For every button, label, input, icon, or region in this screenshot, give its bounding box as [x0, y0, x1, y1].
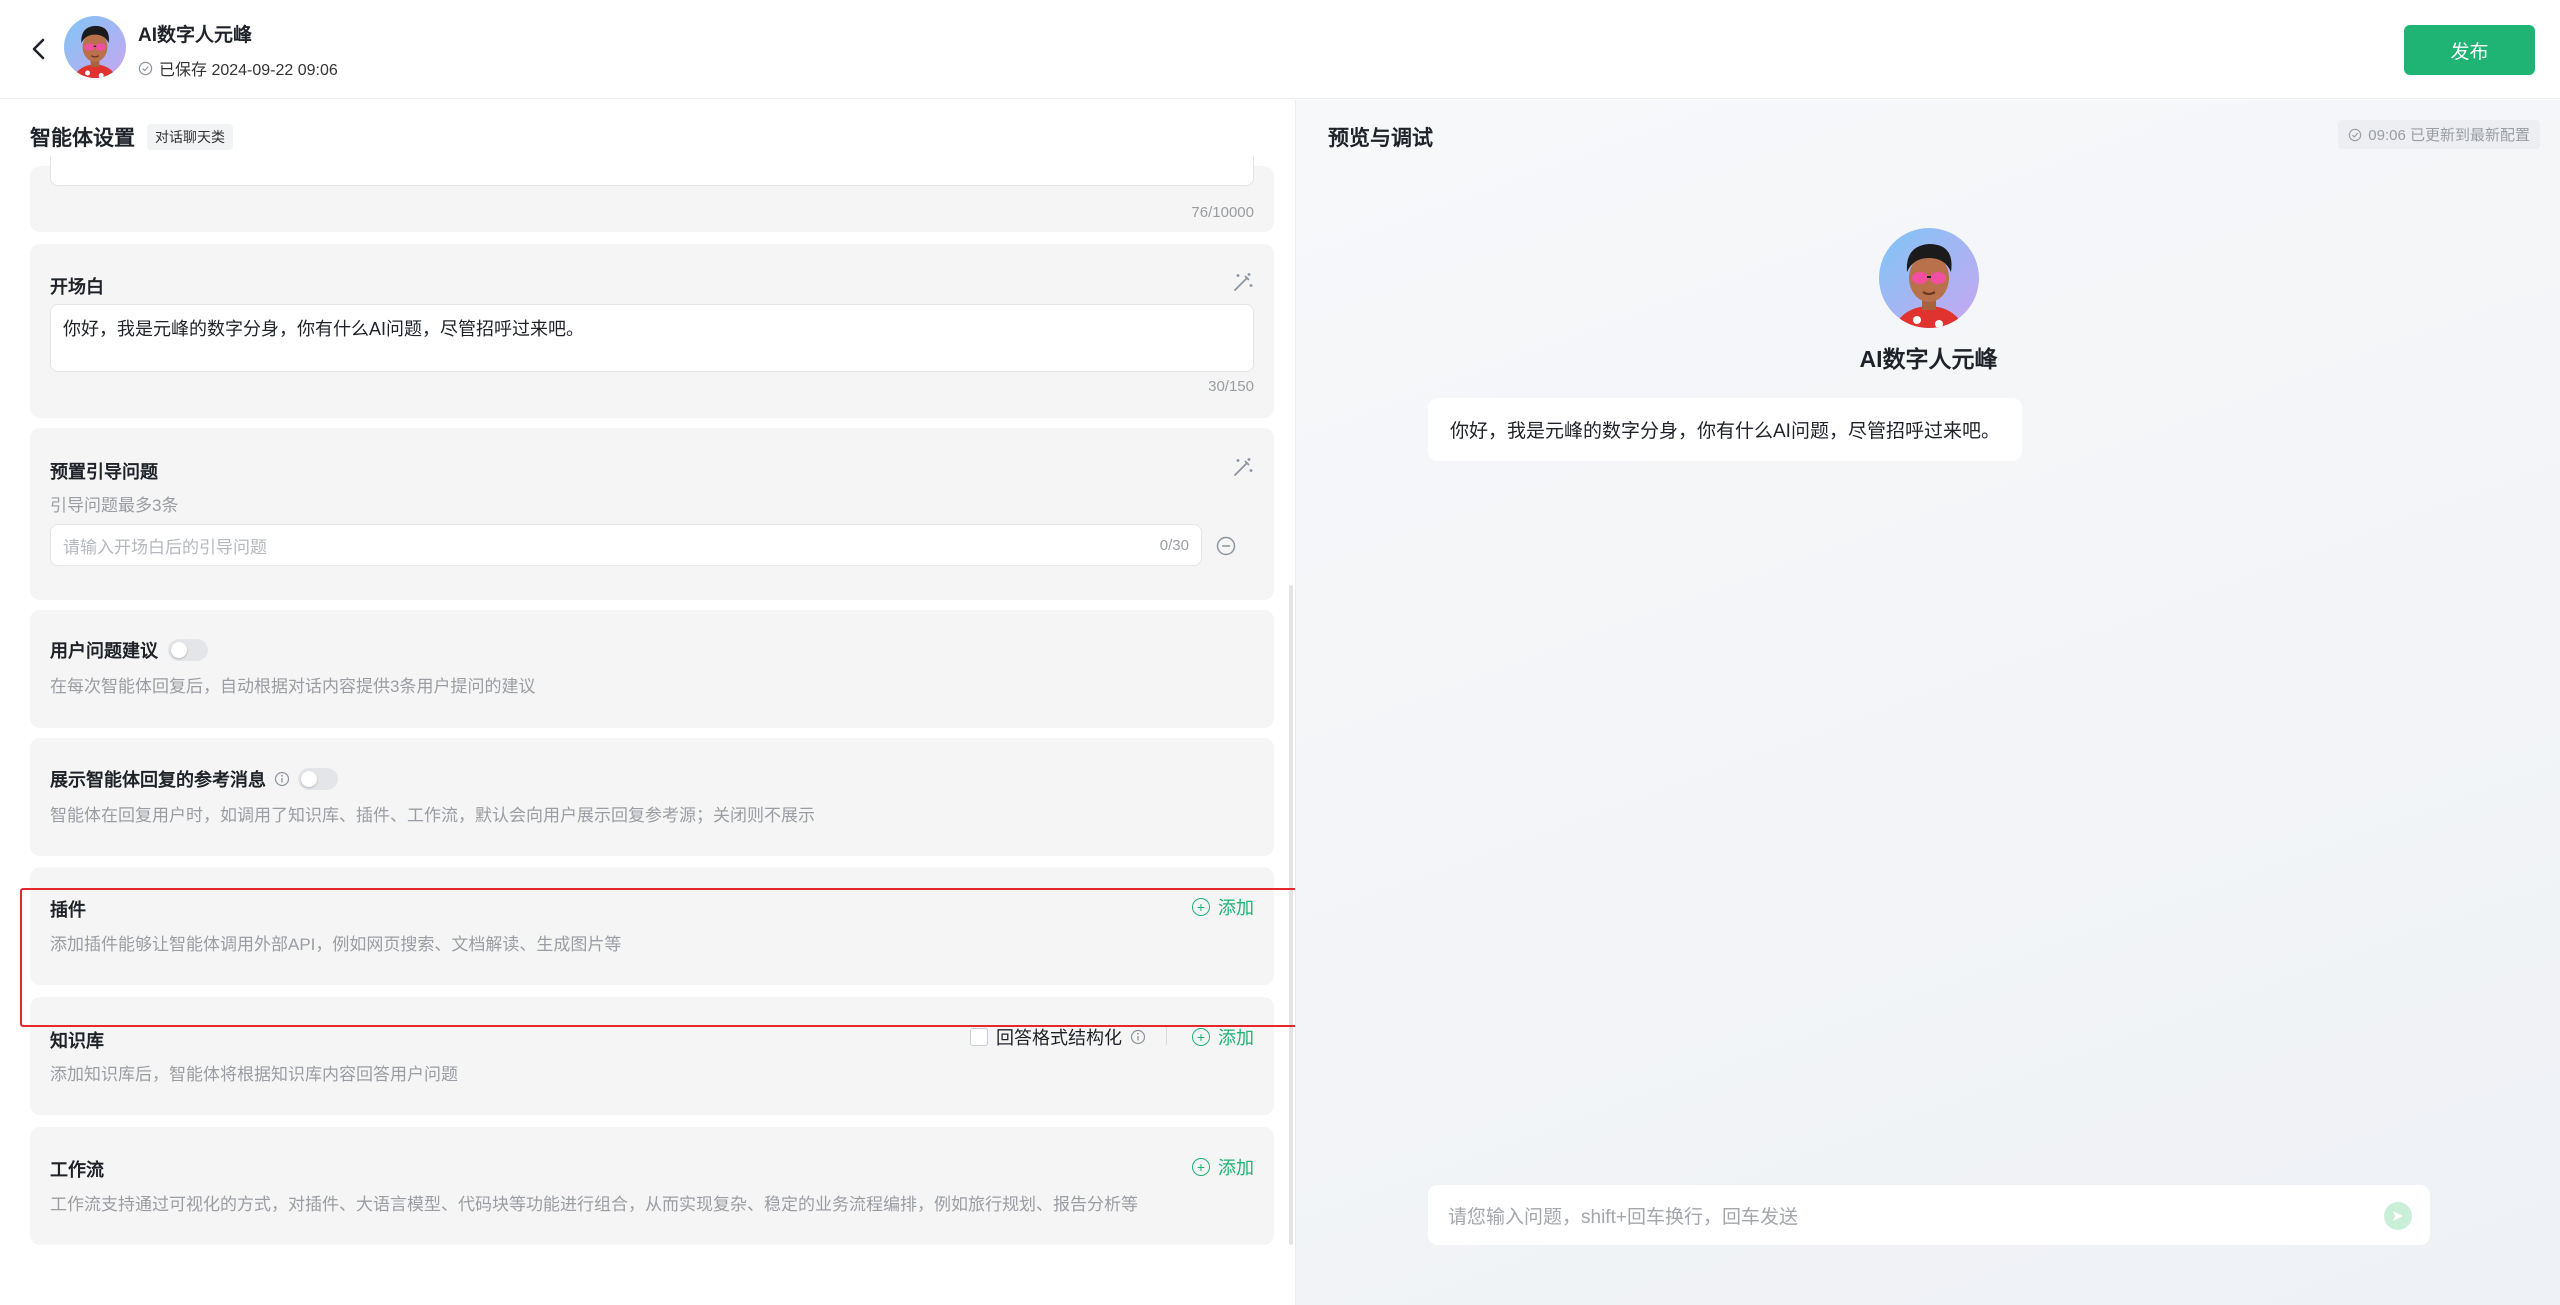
user-suggest-title: 用户问题建议: [50, 641, 158, 661]
structured-answer-option[interactable]: 回答格式结构化: [970, 1024, 1146, 1050]
check-circle-icon: [2348, 128, 2362, 142]
workflow-title: 工作流: [50, 1160, 104, 1180]
prompt-card: 76/10000: [30, 156, 1274, 232]
add-knowledge-label: 添加: [1218, 1028, 1254, 1048]
plugins-desc: 添加插件能够让智能体调用外部API，例如网页搜索、文档解读、生成图片等: [50, 935, 622, 954]
knowledge-title: 知识库: [50, 1031, 104, 1051]
show-refs-toggle[interactable]: [298, 768, 338, 790]
save-status-text: 已保存 2024-09-22 09:06: [159, 62, 338, 79]
user-suggest-card: 用户问题建议 在每次智能体回复后，自动根据对话内容提供3条用户提问的建议: [30, 610, 1274, 728]
back-arrow-icon[interactable]: [26, 36, 52, 62]
settings-title: 智能体设置: [30, 127, 135, 150]
info-icon[interactable]: [1130, 1029, 1146, 1045]
check-circle-icon: [138, 61, 153, 76]
preset-questions-title: 预置引导问题: [50, 462, 158, 482]
knowledge-desc: 添加知识库后，智能体将根据知识库内容回答用户问题: [50, 1065, 458, 1084]
add-knowledge-button[interactable]: + 添加: [1192, 1024, 1254, 1050]
preset-question-input[interactable]: 请输入开场白后的引导问题 0/30: [50, 524, 1202, 566]
plus-circle-icon: +: [1192, 1158, 1210, 1176]
category-tag: 对话聊天类: [147, 124, 233, 150]
add-plugin-button[interactable]: + 添加: [1192, 894, 1254, 920]
structured-answer-checkbox[interactable]: [970, 1028, 988, 1046]
add-plugin-label: 添加: [1218, 898, 1254, 918]
remove-circle-icon[interactable]: [1215, 535, 1237, 557]
show-refs-desc: 智能体在回复用户时，如调用了知识库、插件、工作流，默认会向用户展示回复参考源；关…: [50, 806, 815, 825]
send-button[interactable]: [2384, 1202, 2412, 1230]
save-status: 已保存 2024-09-22 09:06: [138, 56, 338, 80]
publish-button[interactable]: 发布: [2404, 25, 2535, 75]
show-refs-row: 展示智能体回复的参考消息: [50, 766, 338, 792]
user-suggest-row: 用户问题建议: [50, 637, 208, 663]
settings-header: 智能体设置 对话聊天类: [30, 122, 233, 152]
add-workflow-button[interactable]: + 添加: [1192, 1154, 1254, 1180]
greeting-bubble: 你好，我是元峰的数字分身，你有什么AI问题，尽管招呼过来吧。: [1428, 398, 2022, 461]
prompt-textarea[interactable]: [50, 156, 1254, 186]
plus-circle-icon: +: [1192, 898, 1210, 916]
preset-questions-desc: 引导问题最多3条: [50, 496, 179, 515]
agent-settings-panel: 智能体设置 对话聊天类 76/10000 开场白 你好，我是元峰的数字分身，你有…: [0, 100, 1294, 1305]
top-header: AI数字人元峰 已保存 2024-09-22 09:06 发布: [0, 0, 2560, 99]
add-workflow-label: 添加: [1218, 1158, 1254, 1178]
divider: [1166, 1027, 1167, 1045]
opening-counter: 30/150: [1208, 378, 1254, 395]
show-refs-title: 展示智能体回复的参考消息: [50, 770, 266, 790]
preview-agent-name: AI数字人元峰: [1859, 346, 1998, 372]
user-suggest-toggle[interactable]: [168, 639, 208, 661]
workflow-card: 工作流 + 添加 工作流支持通过可视化的方式，对插件、大语言模型、代码块等功能进…: [30, 1127, 1274, 1245]
agent-title: AI数字人元峰: [138, 25, 253, 46]
show-refs-card: 展示智能体回复的参考消息 智能体在回复用户时，如调用了知识库、插件、工作流，默认…: [30, 738, 1274, 856]
info-icon[interactable]: [274, 771, 290, 787]
magic-wand-icon[interactable]: [1232, 271, 1254, 293]
config-status-text: 09:06 已更新到最新配置: [2368, 127, 2530, 144]
knowledge-card: 知识库 回答格式结构化 + 添加 添加知识库后，智能体将根据知识库内容回答用户问…: [30, 997, 1274, 1115]
preview-avatar: [1879, 228, 1979, 328]
preview-panel: 预览与调试 09:06 已更新到最新配置 AI数字人元峰 你好，我是元峰的数字分…: [1295, 100, 2560, 1305]
plugins-card: 插件 + 添加 添加插件能够让智能体调用外部API，例如网页搜索、文档解读、生成…: [30, 867, 1274, 985]
config-status: 09:06 已更新到最新配置: [2338, 120, 2540, 149]
preset-question-counter: 0/30: [1159, 536, 1189, 554]
settings-scrollbar[interactable]: [1289, 585, 1293, 1245]
magic-wand-icon[interactable]: [1232, 456, 1254, 478]
structured-answer-label: 回答格式结构化: [996, 1028, 1122, 1048]
agent-avatar: [64, 16, 126, 78]
send-icon: [2393, 1211, 2403, 1221]
opening-textarea[interactable]: 你好，我是元峰的数字分身，你有什么AI问题，尽管招呼过来吧。: [50, 304, 1254, 372]
opening-title: 开场白: [50, 277, 104, 297]
chat-input[interactable]: 请您输入问题，shift+回车换行，回车发送: [1428, 1185, 2430, 1245]
prompt-counter: 76/10000: [1191, 204, 1254, 221]
preset-question-placeholder: 请输入开场白后的引导问题: [63, 537, 267, 557]
preset-questions-card: 预置引导问题 引导问题最多3条 请输入开场白后的引导问题 0/30: [30, 428, 1274, 600]
preview-title: 预览与调试: [1328, 127, 1433, 150]
plus-circle-icon: +: [1192, 1028, 1210, 1046]
opening-card: 开场白 你好，我是元峰的数字分身，你有什么AI问题，尽管招呼过来吧。 30/15…: [30, 244, 1274, 418]
user-suggest-desc: 在每次智能体回复后，自动根据对话内容提供3条用户提问的建议: [50, 677, 536, 696]
workflow-desc: 工作流支持通过可视化的方式，对插件、大语言模型、代码块等功能进行组合，从而实现复…: [50, 1195, 1138, 1214]
plugins-title: 插件: [50, 900, 86, 920]
chat-input-placeholder: 请您输入问题，shift+回车换行，回车发送: [1448, 1206, 1798, 1228]
